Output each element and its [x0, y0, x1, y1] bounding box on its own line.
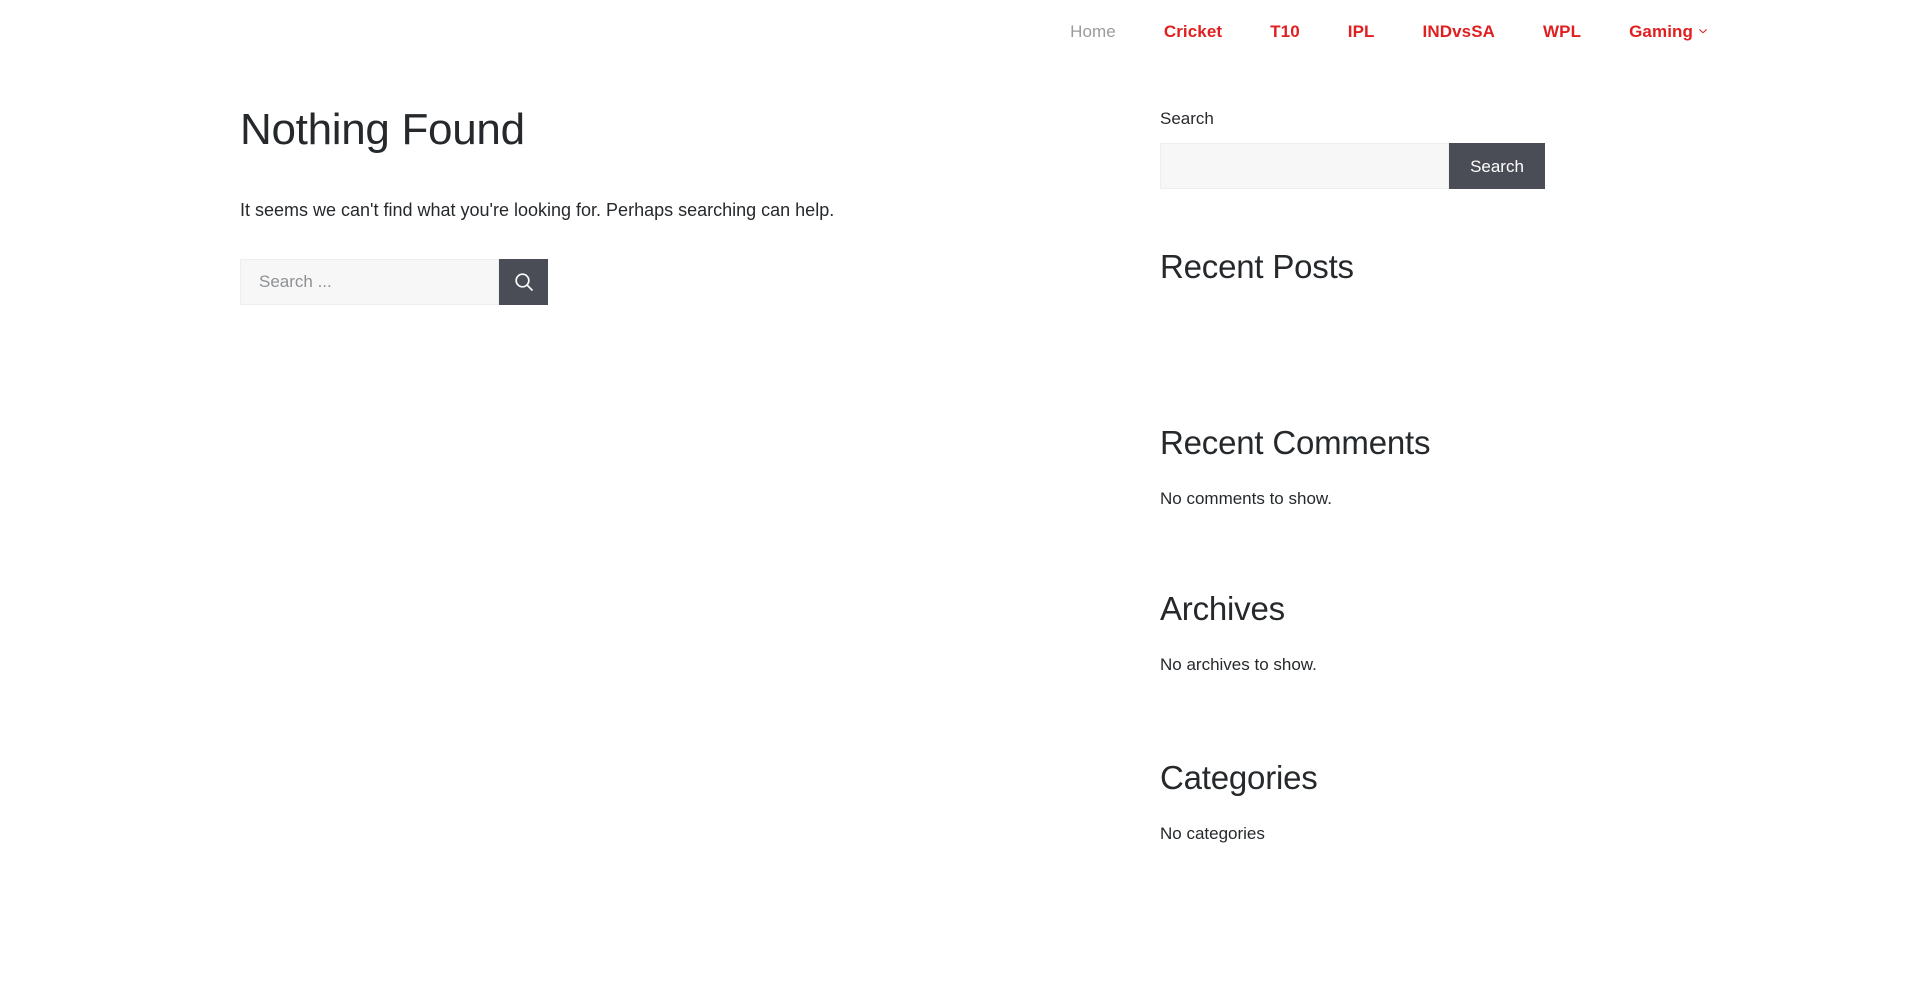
widget-search: Search Search: [1160, 109, 1640, 190]
recent-comments-empty-text: No comments to show.: [1160, 488, 1332, 508]
sidebar-search-row: Search: [1160, 143, 1545, 190]
archives-empty-text: No archives to show.: [1160, 655, 1317, 675]
nav-item-ipl[interactable]: IPL: [1324, 23, 1399, 40]
recent-posts-list: [1160, 310, 1640, 350]
sidebar-search-button[interactable]: Search: [1449, 143, 1545, 190]
nav-item-t10[interactable]: T10: [1246, 23, 1324, 40]
sidebar-search-input[interactable]: [1160, 143, 1449, 190]
nav-link-indvssa[interactable]: INDvsSA: [1399, 23, 1520, 40]
page-title: Nothing Found: [240, 105, 525, 154]
widget-title-recent-posts: Recent Posts: [1160, 248, 1354, 286]
nav-link-gaming[interactable]: Gaming: [1605, 23, 1699, 40]
search-input[interactable]: [240, 258, 499, 305]
site-header: Home Cricket T10 IPL INDvsSA WPL Gaming: [0, 0, 1920, 62]
nav-list: Home Cricket T10 IPL INDvsSA WPL Gaming: [1046, 18, 1920, 44]
nav-link-cricket[interactable]: Cricket: [1140, 23, 1246, 40]
nav-link-ipl[interactable]: IPL: [1324, 23, 1399, 40]
sidebar: Search Search Recent Posts Recent Commen…: [1080, 62, 1640, 847]
nav-item-indvssa[interactable]: INDvsSA: [1399, 23, 1520, 40]
search-submit-button[interactable]: [499, 258, 548, 305]
chevron-down-icon[interactable]: [1699, 18, 1725, 44]
page-container: Nothing Found It seems we can't find wha…: [0, 62, 1920, 847]
widget-categories: Categories No categories: [1160, 757, 1640, 847]
nav-item-cricket[interactable]: Cricket: [1140, 23, 1246, 40]
widget-title-recent-comments: Recent Comments: [1160, 423, 1431, 461]
main-content: Nothing Found It seems we can't find wha…: [0, 62, 1080, 305]
content-search-form: [240, 258, 548, 305]
page-root: Home Cricket T10 IPL INDvsSA WPL Gaming …: [0, 0, 1920, 993]
sidebar-search-label: Search: [1160, 109, 1214, 128]
nav-item-wpl[interactable]: WPL: [1519, 23, 1605, 40]
nav-item-gaming[interactable]: Gaming: [1605, 18, 1725, 44]
widget-title-archives: Archives: [1160, 590, 1285, 628]
nav-link-wpl[interactable]: WPL: [1519, 23, 1605, 40]
nav-link-home[interactable]: Home: [1046, 23, 1140, 40]
search-icon: [513, 271, 535, 293]
widget-title-categories: Categories: [1160, 758, 1318, 796]
nav-item-home[interactable]: Home: [1046, 23, 1140, 40]
widget-recent-posts: Recent Posts: [1160, 246, 1640, 349]
categories-empty-text: No categories: [1160, 823, 1265, 843]
primary-navigation: Home Cricket T10 IPL INDvsSA WPL Gaming: [1046, 18, 1920, 44]
nav-link-t10[interactable]: T10: [1246, 23, 1324, 40]
widget-recent-comments: Recent Comments No comments to show.: [1160, 422, 1640, 512]
page-intro-text: It seems we can't find what you're looki…: [240, 199, 835, 220]
widget-archives: Archives No archives to show.: [1160, 588, 1640, 678]
